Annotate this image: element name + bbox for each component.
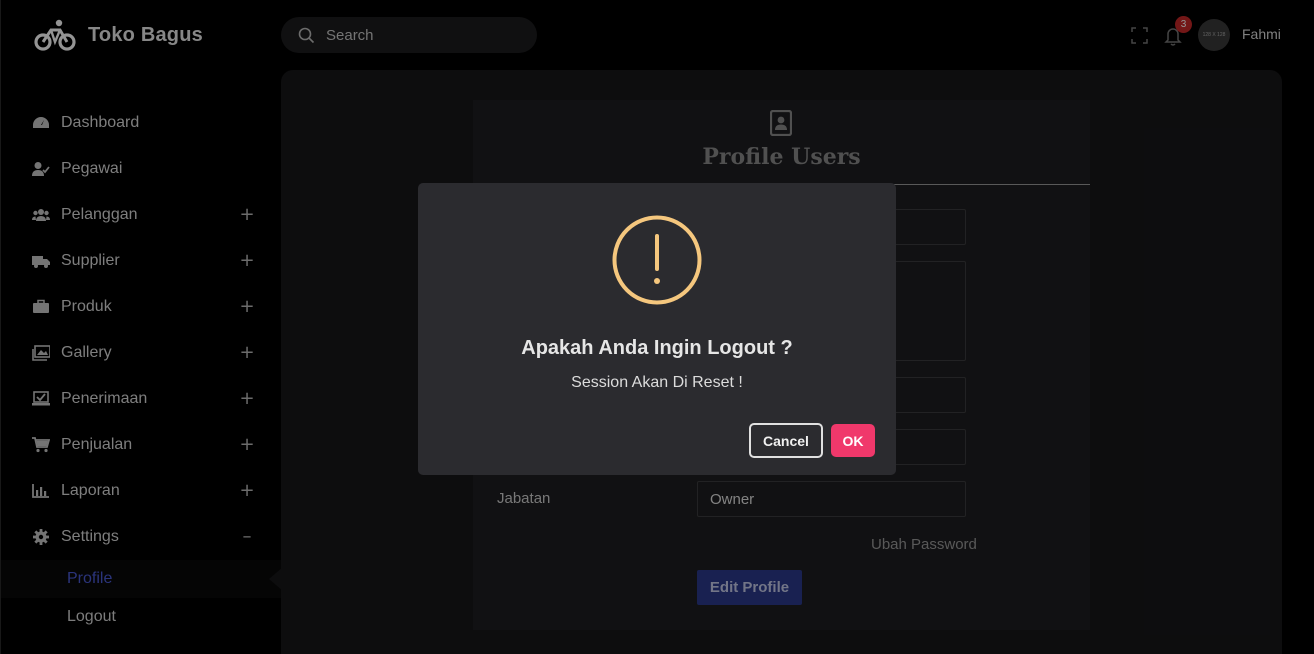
ok-button[interactable]: OK <box>831 424 875 457</box>
dialog-message: Session Akan Di Reset ! <box>571 374 743 391</box>
dialog-title: Apakah Anda Ingin Logout ? <box>521 337 793 359</box>
warning-icon <box>612 215 702 305</box>
logout-dialog: Apakah Anda Ingin Logout ? Session Akan … <box>418 183 896 475</box>
cancel-button[interactable]: Cancel <box>749 423 823 458</box>
